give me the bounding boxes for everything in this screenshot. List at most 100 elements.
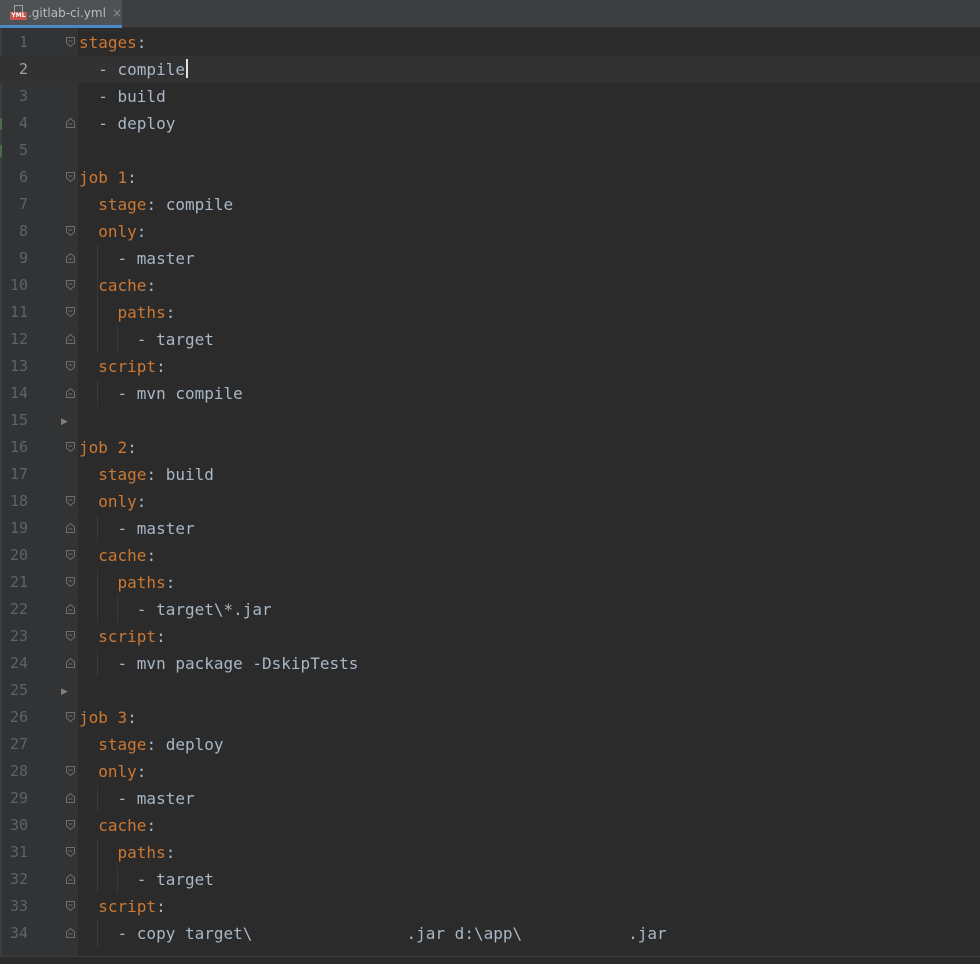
fold-end-icon[interactable] [66, 793, 75, 803]
code-line[interactable]: 29 - master [0, 785, 980, 812]
fold-start-icon[interactable] [66, 820, 75, 830]
code-text[interactable]: - mvn compile [79, 380, 243, 407]
fold-start-icon[interactable] [66, 442, 75, 452]
code-line[interactable]: 9 - master [0, 245, 980, 272]
code-line[interactable]: 21 paths: [0, 569, 980, 596]
code-text[interactable]: - mvn package -DskipTests [79, 650, 359, 677]
code-text[interactable]: script: [79, 893, 165, 920]
code-text[interactable]: cache: [79, 812, 156, 839]
code-line[interactable]: 22 - target\*.jar [0, 596, 980, 623]
code-line[interactable]: 25 ▶ [0, 677, 980, 704]
fold-start-icon[interactable] [66, 847, 75, 857]
fold-end-icon[interactable] [66, 388, 75, 398]
fold-start-icon[interactable] [66, 901, 75, 911]
code-line[interactable]: 33 script: [0, 893, 980, 920]
fold-start-icon[interactable] [66, 577, 75, 587]
code-line[interactable]: 8 only: [0, 218, 980, 245]
code-text[interactable]: script: [79, 623, 165, 650]
code-line[interactable]: 31 paths: [0, 839, 980, 866]
code-line[interactable]: 34 - copy target\ .jar d:\app\ .jar [0, 920, 980, 947]
code-text[interactable]: paths: [79, 299, 176, 326]
code-line[interactable]: 4 - deploy [0, 110, 980, 137]
code-line[interactable]: 20 cache: [0, 542, 980, 569]
code-text[interactable]: - compile [79, 56, 188, 83]
fold-end-icon[interactable] [66, 658, 75, 668]
code-text[interactable]: - target\*.jar [79, 596, 272, 623]
code-line[interactable]: 17 stage: build [0, 461, 980, 488]
fold-start-icon[interactable] [66, 712, 75, 722]
code-line[interactable]: 16 job 2: [0, 434, 980, 461]
code-text[interactable]: stage: build [79, 461, 214, 488]
code-text[interactable]: paths: [79, 839, 176, 866]
code-text[interactable]: script: [79, 353, 165, 380]
code-text[interactable]: only: [79, 758, 146, 785]
code-text[interactable]: only: [79, 218, 146, 245]
fold-start-icon[interactable] [66, 226, 75, 236]
code-text[interactable]: job 2: [79, 434, 137, 461]
collapsed-arrow-icon[interactable]: ▶ [61, 687, 68, 697]
code-text[interactable]: - target [79, 866, 214, 893]
fold-end-icon[interactable] [66, 928, 75, 938]
yaml-key: stages [79, 33, 137, 52]
yaml-key: only [98, 492, 137, 511]
yaml-separator: : [165, 573, 176, 592]
fold-start-icon[interactable] [66, 361, 75, 371]
code-text[interactable]: stage: deploy [79, 731, 223, 758]
code-line[interactable]: 3 - build [0, 83, 980, 110]
code-text[interactable]: stages: [79, 29, 146, 56]
fold-end-icon[interactable] [66, 118, 75, 128]
code-text[interactable]: - deploy [79, 110, 175, 137]
fold-end-icon[interactable] [66, 874, 75, 884]
fold-start-icon[interactable] [66, 496, 75, 506]
code-line[interactable]: 5 [0, 137, 980, 164]
code-editor[interactable]: 1 stages: 2 - compile 3 - build 4 - deploy 5 6… [0, 28, 980, 956]
code-line[interactable]: 6 job 1: [0, 164, 980, 191]
code-line[interactable]: 18 only: [0, 488, 980, 515]
fold-end-icon[interactable] [66, 334, 75, 344]
code-text[interactable]: job 3: [79, 704, 137, 731]
code-line[interactable]: 13 script: [0, 353, 980, 380]
code-line[interactable]: 11 paths: [0, 299, 980, 326]
code-line[interactable]: 19 - master [0, 515, 980, 542]
code-text[interactable]: job 1: [79, 164, 137, 191]
close-icon[interactable]: × [112, 6, 122, 20]
code-line[interactable]: 14 - mvn compile [0, 380, 980, 407]
fold-start-icon[interactable] [66, 307, 75, 317]
code-line[interactable]: 2 - compile [0, 56, 980, 83]
code-line[interactable]: 24 - mvn package -DskipTests [0, 650, 980, 677]
tab-gitlab-ci-yml[interactable]: YML .gitlab-ci.yml × [0, 0, 122, 28]
code-line[interactable]: 12 - target [0, 326, 980, 353]
list-dash: - [117, 924, 137, 943]
code-line[interactable]: 1 stages: [0, 29, 980, 56]
yaml-key: cache [98, 816, 147, 835]
code-line[interactable]: 27 stage: deploy [0, 731, 980, 758]
code-text[interactable]: - build [79, 83, 165, 110]
fold-start-icon[interactable] [66, 37, 75, 47]
collapsed-arrow-icon[interactable]: ▶ [61, 417, 68, 427]
fold-start-icon[interactable] [66, 550, 75, 560]
code-text[interactable]: cache: [79, 272, 156, 299]
fold-start-icon[interactable] [66, 631, 75, 641]
fold-end-icon[interactable] [66, 523, 75, 533]
code-line[interactable]: 28 only: [0, 758, 980, 785]
code-text[interactable]: stage: compile [79, 191, 233, 218]
fold-end-icon[interactable] [66, 604, 75, 614]
code-line[interactable]: 7 stage: compile [0, 191, 980, 218]
yaml-value: mvn compile [136, 384, 243, 403]
code-line[interactable]: 30 cache: [0, 812, 980, 839]
fold-end-icon[interactable] [66, 253, 75, 263]
code-line[interactable]: 23 script: [0, 623, 980, 650]
code-line[interactable]: 10 cache: [0, 272, 980, 299]
code-text[interactable]: paths: [79, 569, 176, 596]
fold-start-icon[interactable] [66, 766, 75, 776]
code-line[interactable]: 15 ▶ [0, 407, 980, 434]
horizontal-scrollbar[interactable] [0, 956, 980, 964]
code-text[interactable]: cache: [79, 542, 156, 569]
code-line[interactable]: 32 - target [0, 866, 980, 893]
code-text[interactable]: - target [79, 326, 214, 353]
code-line[interactable]: 26 job 3: [0, 704, 980, 731]
code-text[interactable]: only: [79, 488, 146, 515]
fold-start-icon[interactable] [66, 172, 75, 182]
code-text[interactable]: - copy target\ .jar d:\app\ .jar [79, 920, 667, 947]
fold-start-icon[interactable] [66, 280, 75, 290]
